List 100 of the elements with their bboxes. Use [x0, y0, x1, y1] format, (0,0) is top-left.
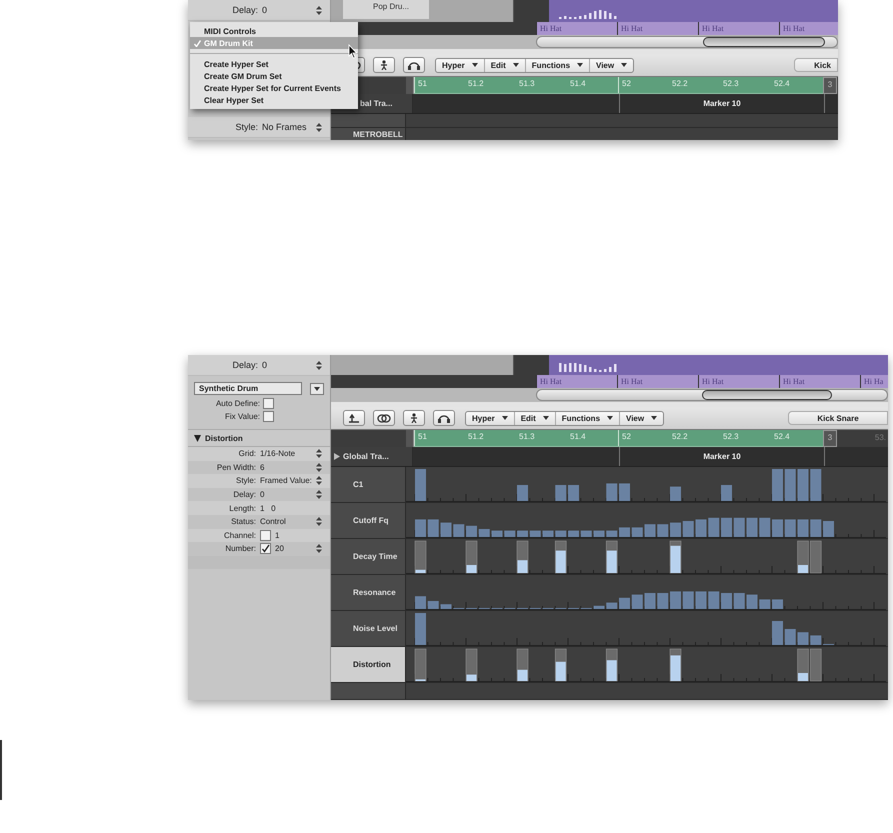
param-value: 0 [262, 5, 268, 15]
track-name[interactable]: Pop Dru... [343, 0, 430, 18]
param-label: Length: [228, 504, 257, 513]
param-value: 1/16-Note [260, 449, 296, 458]
ruler-handle[interactable] [406, 430, 414, 447]
dropdown-button[interactable] [310, 382, 324, 394]
ruler-label: 52.3 [722, 78, 740, 90]
option-label: Auto Define: [214, 399, 261, 408]
figure-icon[interactable] [373, 57, 395, 73]
marker-label[interactable]: Marker 10 [703, 99, 741, 108]
disclosure-icon[interactable] [194, 434, 201, 442]
stepper-icon[interactable] [316, 490, 322, 500]
disclosure-icon[interactable] [334, 453, 340, 460]
stepper-icon[interactable] [316, 462, 322, 472]
track-name[interactable]: METROBELL [353, 130, 403, 139]
stepper-icon[interactable] [316, 449, 322, 458]
param-label: Style: [234, 122, 259, 132]
preset-field[interactable]: Synthetic Drum [194, 382, 302, 395]
headphones-icon[interactable] [433, 410, 455, 426]
ruler-label: 51 [414, 77, 465, 93]
scroll-thumb[interactable] [702, 390, 832, 400]
velocity-bars-drawing[interactable] [414, 648, 822, 682]
velocity-bars-drawing[interactable] [414, 540, 822, 574]
locator[interactable]: 3 [823, 430, 837, 447]
lane-header[interactable]: Cutoff Fq [331, 503, 406, 538]
track-name[interactable]: Global Tra... [343, 452, 389, 461]
menu-button[interactable]: Hyper [466, 412, 515, 424]
checkbox[interactable] [260, 530, 271, 541]
track-name[interactable]: bal Tra... [360, 99, 392, 108]
param-value: No Frames [262, 122, 308, 132]
param-value: 1 0 [260, 504, 277, 513]
menu-item[interactable]: Create GM Drum Set [190, 70, 358, 82]
menu-button[interactable]: Functions [556, 412, 620, 424]
track-header[interactable]: Pop Dru... [331, 0, 513, 22]
caret-icon [621, 63, 628, 67]
stepper-icon[interactable] [316, 6, 322, 14]
pointer-icon [348, 44, 358, 59]
marker-label[interactable]: Marker 10 [703, 452, 741, 461]
stepper-icon[interactable] [316, 476, 322, 486]
lane-header[interactable]: Decay Time [331, 539, 406, 574]
param-value: 1 [275, 530, 280, 540]
param-label: Delay: [231, 360, 259, 370]
lane-header[interactable]: Distortion [331, 647, 406, 682]
scroll-thumb[interactable] [703, 37, 825, 47]
ruler-label: 51.2 [467, 78, 485, 90]
ruler-handle[interactable] [406, 77, 414, 94]
ruler-label: 53. [874, 432, 887, 444]
checkbox[interactable] [260, 543, 271, 554]
menu-button[interactable]: Edit [484, 58, 526, 72]
param-label: Channel: [222, 530, 257, 540]
param-label: Delay: [232, 490, 257, 500]
menu-button[interactable]: View [620, 412, 664, 424]
caret-icon [502, 416, 508, 420]
checkbox[interactable] [263, 411, 274, 422]
param-value: 0 [260, 490, 266, 500]
headphones-icon[interactable] [403, 57, 425, 73]
track-header[interactable]: METROBELL [331, 128, 406, 140]
scroll-bar[interactable] [536, 389, 888, 401]
param-label: Style: [234, 476, 257, 486]
param-value: 20 [275, 544, 285, 554]
ruler-label: 52 [618, 430, 669, 446]
menu-button[interactable]: Edit [514, 412, 556, 424]
param-value: Control [260, 517, 287, 526]
menu-item[interactable]: MIDI Controls [190, 25, 358, 37]
section-header[interactable]: Distortion [188, 429, 330, 447]
velocity-preview-drawing [559, 9, 619, 19]
param-value: 0 [262, 360, 268, 370]
param-value: Framed Value: [260, 476, 313, 486]
stepper-icon[interactable] [316, 360, 322, 370]
stepper-icon[interactable] [316, 122, 322, 132]
link-icon[interactable] [373, 410, 395, 426]
velocity-preview-drawing [559, 362, 619, 372]
menu-item[interactable]: Create Hyper Set [190, 58, 358, 70]
menu-button[interactable]: Hyper [436, 58, 485, 72]
track-header[interactable]: Global Tra... [331, 447, 413, 466]
scroll-bar[interactable] [536, 36, 838, 48]
param-label: Grid: [238, 449, 257, 458]
ruler-label: 51.3 [518, 431, 536, 443]
ruler-label: 51.4 [569, 431, 587, 443]
menu-button[interactable]: View [590, 58, 634, 72]
caret-icon [472, 63, 478, 67]
caret-icon [607, 416, 614, 420]
hyper-set-button[interactable]: Kick Snare [788, 411, 888, 425]
lane-header[interactable]: C1 [331, 467, 406, 502]
caret-icon [512, 63, 519, 67]
lane-header[interactable]: Noise Level [331, 611, 406, 646]
ruler-label: 52 [618, 77, 669, 93]
caret-icon [651, 416, 658, 420]
figure-icon[interactable] [403, 410, 425, 426]
stepper-icon[interactable] [316, 517, 322, 526]
ruler-label: 51.2 [467, 431, 485, 443]
locator[interactable]: 3 [823, 77, 837, 94]
menu-button[interactable]: Functions [526, 58, 590, 72]
checkbox[interactable] [263, 398, 274, 409]
menu-item[interactable]: Create Hyper Set for Current Events [190, 82, 358, 94]
hyper-set-button[interactable]: Kick [794, 58, 838, 72]
stepper-icon[interactable] [316, 544, 322, 554]
ruler-label: 52.2 [671, 431, 689, 443]
lane-header[interactable]: Resonance [331, 575, 406, 610]
option-label: Fix Value: [224, 412, 261, 421]
